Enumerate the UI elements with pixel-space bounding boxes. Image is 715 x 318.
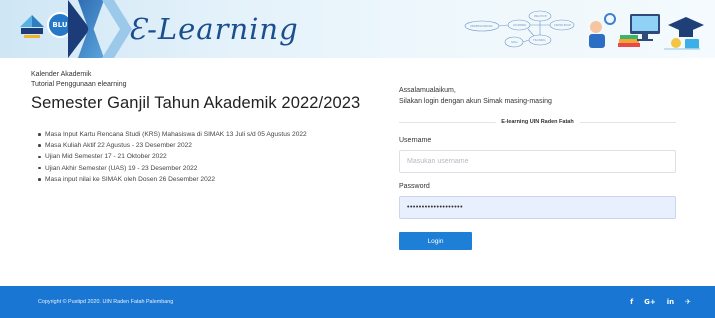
header-banner: BLU Ɛ-Learning PRACTICE KNOWLEDGE LEARNI… (0, 0, 715, 58)
facebook-icon[interactable]: f (630, 296, 633, 308)
list-item: Masa input nilai ke SIMAK oleh Dosen 26 … (38, 174, 361, 185)
social-links: f G+ in ✈ (630, 296, 691, 308)
mindmap-node-practice: PRACTICE (534, 14, 547, 18)
footer: Copyright © Pustipd 2020. UIN Raden Fata… (0, 286, 715, 318)
google-plus-icon[interactable]: G+ (644, 296, 656, 308)
login-section-label: E-learning UIN Raden Fatah (495, 117, 580, 127)
username-input[interactable] (399, 150, 676, 173)
learning-mindmap-graphic: PRACTICE KNOWLEDGE LEARNING SKILL TRAINI… (464, 10, 575, 48)
announcement-list: Masa Input Kartu Rencana Studi (KRS) Mah… (31, 129, 361, 185)
list-item: Masa Kuliah Aktif 22 Agustus - 23 Desemb… (38, 140, 361, 151)
mindmap-node-understanding: UNDERSTANDING (470, 24, 493, 28)
list-item: Ujian Akhir Semester (UAS) 19 - 23 Desem… (38, 163, 361, 174)
login-section-divider: E-learning UIN Raden Fatah (399, 117, 676, 127)
page-title: Semester Ganjil Tahun Akademik 2022/2023 (31, 94, 361, 112)
password-input[interactable] (399, 196, 676, 219)
mindmap-node-learning: LEARNING (513, 23, 526, 27)
list-item: Ujian Mid Semester 17 - 21 Oktober 2022 (38, 151, 361, 162)
brand-title: Ɛ-Learning (128, 12, 299, 46)
education-illustration (589, 13, 704, 50)
login-instruction-text: Silakan login dengan akun Simak masing-m… (399, 97, 552, 105)
greeting-text: Assalamualaikum, (399, 87, 456, 94)
mindmap-node-skill: SKILL (511, 40, 519, 44)
username-label: Username (399, 137, 432, 144)
login-form: Assalamualaikum, Silakan login dengan ak… (399, 86, 676, 250)
linkedin-icon[interactable]: in (667, 296, 674, 308)
mindmap-node-training: TRAINING (533, 38, 545, 42)
login-button[interactable]: Login (399, 232, 472, 250)
tutorial-link[interactable]: Tutorial Penggunaan elearning (31, 80, 361, 90)
mindmap-node-knowledge: KNOWLEDGE (554, 23, 571, 27)
academic-calendar-link[interactable]: Kalender Akademik (31, 70, 361, 80)
copyright-text: Copyright © Pustipd 2020. UIN Raden Fata… (38, 299, 174, 305)
twitter-icon[interactable]: ✈ (685, 296, 691, 308)
password-label: Password (399, 183, 430, 190)
list-item: Masa Input Kartu Rencana Studi (KRS) Mah… (38, 129, 361, 140)
university-logo (20, 15, 44, 38)
announcement-section: Kalender Akademik Tutorial Penggunaan el… (31, 70, 361, 185)
